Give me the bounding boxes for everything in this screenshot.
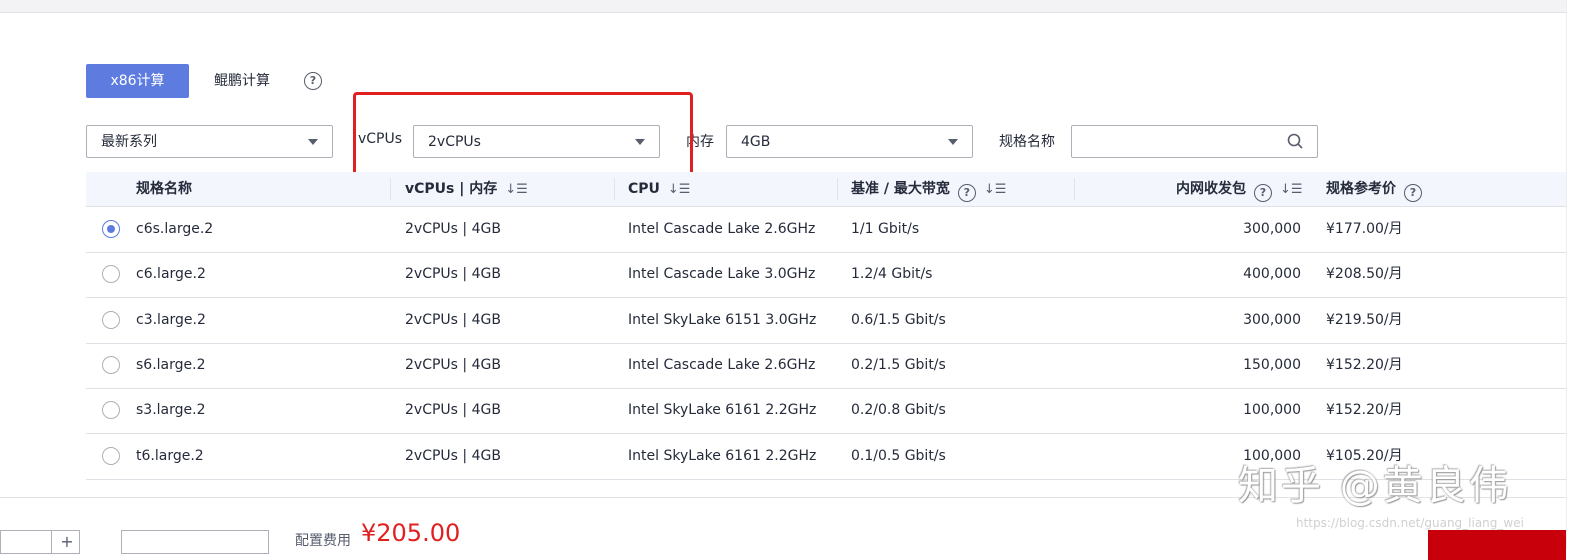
annotation-highlight-box [353, 92, 693, 176]
header-bandwidth: 基准 / 最大带宽? ↓☰ [851, 172, 1006, 207]
row-radio[interactable] [102, 220, 120, 238]
row-radio[interactable] [102, 265, 120, 283]
top-bar [0, 0, 1566, 13]
column-divider [390, 178, 391, 200]
pps: 300,000 [1243, 221, 1301, 237]
caret-down-icon [948, 139, 958, 145]
price: ¥208.50/月 [1326, 266, 1403, 282]
pps: 400,000 [1243, 266, 1301, 282]
spec-name-filter-label: 规格名称 [999, 134, 1055, 150]
memory-select-value: 4GB [741, 134, 771, 150]
row-radio[interactable] [102, 311, 120, 329]
bandwidth: 0.2/0.8 Gbit/s [851, 402, 946, 418]
series-select-value: 最新系列 [101, 134, 157, 150]
bandwidth: 0.6/1.5 Gbit/s [851, 312, 946, 328]
table-row[interactable]: c6.large.2 2vCPUs | 4GB Intel Cascade La… [86, 252, 1566, 298]
header-bandwidth-label: 基准 / 最大带宽 [851, 181, 950, 197]
pps: 300,000 [1243, 312, 1301, 328]
bandwidth: 1/1 Gbit/s [851, 221, 920, 237]
vcpu-mem: 2vCPUs | 4GB [405, 402, 501, 418]
table-row[interactable]: c6s.large.2 2vCPUs | 4GB Intel Cascade L… [86, 207, 1566, 253]
cpu: Intel Cascade Lake 2.6GHz [628, 357, 816, 373]
spec-name: c6.large.2 [136, 266, 206, 282]
sort-icon[interactable]: ↓☰ [505, 173, 528, 207]
spec-name: s3.large.2 [136, 402, 206, 418]
spec-name: s6.large.2 [136, 357, 206, 373]
header-price: 规格参考价? [1326, 172, 1422, 206]
column-divider [837, 178, 838, 200]
vcpu-mem: 2vCPUs | 4GB [405, 312, 501, 328]
table-row[interactable]: s6.large.2 2vCPUs | 4GB Intel Cascade La… [86, 343, 1566, 389]
header-price-label: 规格参考价 [1326, 181, 1396, 197]
watermark: 知乎 @黄良伟 [1238, 463, 1512, 509]
increment-button[interactable]: + [51, 531, 82, 553]
series-select[interactable]: 最新系列 [86, 125, 333, 158]
header-vcpu-mem: vCPUs | 内存 ↓☰ [405, 172, 528, 207]
column-divider [614, 178, 615, 200]
pps: 100,000 [1243, 402, 1301, 418]
watermark-url: https://blog.csdn.net/guang_liang_wei [1296, 516, 1524, 530]
vcpu-mem: 2vCPUs | 4GB [405, 221, 501, 237]
caret-down-icon [308, 139, 318, 145]
bandwidth: 0.2/1.5 Gbit/s [851, 357, 946, 373]
spec-name: c6s.large.2 [136, 221, 214, 237]
cpu: Intel SkyLake 6161 2.2GHz [628, 448, 817, 464]
row-radio[interactable] [102, 447, 120, 465]
memory-select[interactable]: 4GB [726, 125, 973, 158]
buy-now-button[interactable] [1428, 530, 1566, 560]
bandwidth: 1.2/4 Gbit/s [851, 266, 933, 282]
cost-value: ¥205.00 [361, 519, 461, 547]
header-pps-label: 内网收发包 [1176, 181, 1246, 197]
page-scrollbar[interactable] [1566, 0, 1584, 549]
vcpu-mem: 2vCPUs | 4GB [405, 448, 501, 464]
cost-label: 配置费用 [295, 533, 351, 549]
pps: 150,000 [1243, 357, 1301, 373]
kunpeng-compute-tab[interactable]: 鲲鹏计算 [214, 64, 284, 98]
table-row[interactable]: s3.large.2 2vCPUs | 4GB Intel SkyLake 61… [86, 388, 1566, 434]
table-header: 规格名称 vCPUs | 内存 ↓☰ CPU ↓☰ 基准 / 最大带宽? ↓☰ 内网收… [86, 172, 1566, 207]
help-icon[interactable]: ? [304, 72, 322, 90]
row-radio[interactable] [102, 356, 120, 374]
bandwidth: 0.1/0.5 Gbit/s [851, 448, 946, 464]
search-icon[interactable] [1287, 133, 1303, 149]
header-spec-name: 规格名称 [136, 181, 192, 197]
sort-icon[interactable]: ↓☰ [668, 173, 691, 207]
header-cpu: CPU ↓☰ [628, 172, 690, 207]
spec-name-search-input[interactable] [1071, 125, 1318, 158]
x86-compute-tab[interactable]: x86计算 [86, 64, 189, 98]
quantity-stepper[interactable]: + [0, 530, 80, 554]
price: ¥177.00/月 [1326, 221, 1403, 237]
help-icon[interactable]: ? [1254, 184, 1272, 202]
price: ¥152.20/月 [1326, 357, 1403, 373]
price: ¥152.20/月 [1326, 402, 1403, 418]
help-icon[interactable]: ? [1404, 184, 1422, 202]
price: ¥219.50/月 [1326, 312, 1403, 328]
vcpu-mem: 2vCPUs | 4GB [405, 266, 501, 282]
header-pps: 内网收发包? ↓☰ [1176, 172, 1303, 207]
cpu: Intel Cascade Lake 2.6GHz [628, 221, 816, 237]
column-divider [1074, 178, 1075, 200]
cpu: Intel SkyLake 6161 2.2GHz [628, 402, 817, 418]
row-radio[interactable] [102, 401, 120, 419]
sort-icon[interactable]: ↓☰ [984, 173, 1007, 207]
spec-name: t6.large.2 [136, 448, 204, 464]
help-icon[interactable]: ? [957, 184, 976, 202]
sort-icon[interactable]: ↓☰ [1280, 173, 1303, 207]
table-row[interactable]: c3.large.2 2vCPUs | 4GB Intel SkyLake 61… [86, 298, 1566, 344]
header-vcpu-mem-label: vCPUs | 内存 [405, 181, 498, 197]
cpu: Intel SkyLake 6151 3.0GHz [628, 312, 817, 328]
cpu: Intel Cascade Lake 3.0GHz [628, 266, 816, 282]
header-cpu-label: CPU [628, 181, 660, 197]
vcpu-mem: 2vCPUs | 4GB [405, 357, 501, 373]
spec-name: c3.large.2 [136, 312, 206, 328]
duration-select[interactable] [121, 530, 269, 554]
